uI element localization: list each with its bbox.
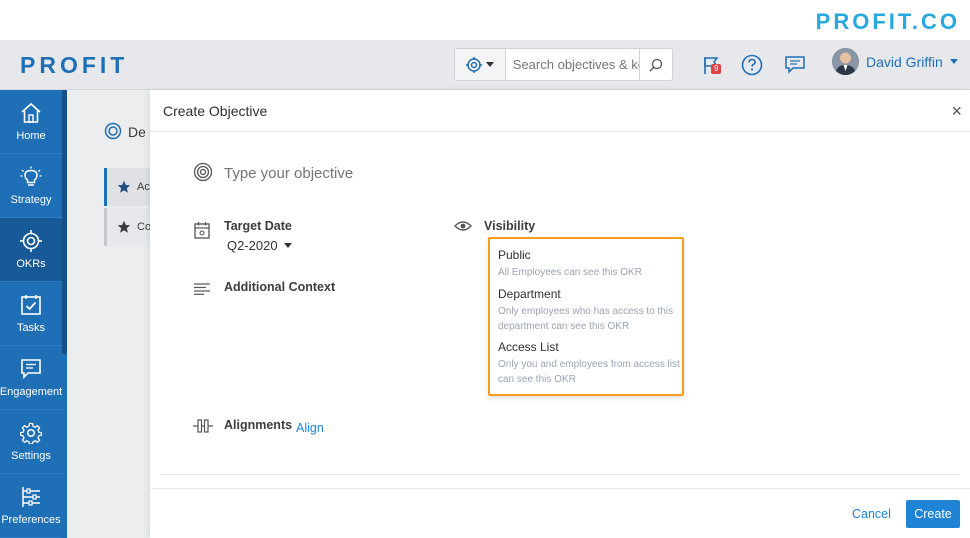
help-icon [741, 54, 763, 76]
visibility-dropdown: Public All Employees can see this OKR De… [488, 237, 684, 396]
flag-button[interactable]: 9 [698, 52, 724, 78]
modal-title: Create Objective [163, 103, 268, 119]
search-icon [649, 58, 663, 71]
visibility-option-description: Only employees who has access to this de… [498, 306, 674, 332]
user-name: David Griffin [866, 53, 943, 70]
sidebar-item-tasks[interactable]: Tasks [0, 282, 62, 346]
create-objective-modal: Create Objective × Target Date Q2-2020 V… [150, 90, 970, 538]
alignments-label: Alignments [224, 418, 293, 432]
target-icon [193, 162, 213, 182]
modal-footer: Cancel Create [150, 488, 970, 538]
target-date-label: Target Date [224, 219, 292, 233]
visibility-option-public[interactable]: Public All Employees can see this OKR [498, 248, 680, 280]
close-icon[interactable]: × [951, 102, 962, 120]
sliders-icon [22, 486, 40, 507]
app-header: PROFIT 9 [0, 40, 970, 90]
sidebar-item-engagement[interactable]: Engagement [0, 346, 62, 410]
caret-down-icon [949, 59, 958, 64]
sidebar-item-preferences[interactable]: Preferences [0, 474, 62, 538]
sidebar-item-label: Tasks [16, 321, 46, 334]
visibility-option-description: Only you and employees from access list … [498, 359, 680, 385]
additional-context-label: Additional Context [224, 280, 336, 294]
avatar [832, 48, 859, 75]
text-lines-icon [194, 283, 210, 295]
gear-icon [20, 422, 42, 444]
brand-strip: PROFIT.CO [0, 0, 970, 40]
target-icon [104, 122, 122, 140]
calendar-icon [194, 222, 210, 239]
objective-input[interactable] [224, 162, 724, 184]
target-date-dropdown[interactable]: Q2-2020 [227, 238, 292, 253]
sidebar-item-okrs[interactable]: OKRs [0, 218, 62, 282]
lightbulb-icon [20, 166, 42, 186]
brand-logo: PROFIT.CO [815, 9, 960, 34]
visibility-option-title: Access List [498, 340, 559, 354]
user-menu[interactable]: David Griffin [832, 48, 958, 75]
app-logo[interactable]: PROFIT [20, 52, 128, 79]
sidebar-item-label: Preferences [1, 513, 61, 526]
search-box [454, 48, 673, 81]
sidebar-item-label: Home [16, 129, 46, 142]
target-date-value: Q2-2020 [227, 238, 278, 253]
checkbox-icon [21, 294, 41, 315]
sidebar-item-strategy[interactable]: Strategy [0, 154, 62, 218]
align-link[interactable]: Align [296, 421, 324, 435]
home-icon [21, 102, 41, 123]
messages-button[interactable] [782, 52, 808, 78]
sidebar-item-label: Settings [11, 449, 51, 462]
modal-header: Create Objective × [150, 90, 970, 132]
background-tab-label: Ac [137, 181, 150, 193]
caret-down-icon [283, 243, 292, 248]
visibility-option-title: Public [498, 248, 531, 262]
sidebar-item-label: Engagement [0, 385, 63, 398]
background-page-title: De [128, 124, 146, 140]
search-input[interactable] [505, 49, 639, 80]
visibility-option-description: All Employees can see this OKR [498, 267, 642, 278]
flag-badge: 9 [711, 64, 722, 74]
chat-icon [21, 358, 41, 379]
cancel-button[interactable]: Cancel [852, 507, 891, 521]
eye-icon [454, 221, 472, 231]
sidebar-scrollbar[interactable] [62, 90, 67, 354]
alignment-icon [193, 419, 213, 433]
sidebar-edge [62, 354, 67, 538]
visibility-label: Visibility [484, 219, 536, 233]
target-icon [465, 56, 482, 73]
search-scope-dropdown[interactable] [455, 49, 506, 80]
sidebar-item-label: Strategy [10, 193, 52, 206]
visibility-option-access-list[interactable]: Access List Only you and employees from … [498, 340, 680, 387]
caret-down-icon [485, 62, 494, 67]
star-icon [117, 220, 131, 233]
sidebar: Home Strategy OKRs Tasks Engagement Sett… [0, 90, 62, 538]
target-icon [20, 229, 42, 252]
divider [160, 474, 960, 475]
background-tab-label: Co [137, 221, 152, 233]
search-button[interactable] [638, 49, 672, 80]
sidebar-item-settings[interactable]: Settings [0, 410, 62, 474]
star-icon [117, 180, 131, 193]
visibility-option-title: Department [498, 287, 561, 301]
help-button[interactable] [739, 52, 765, 78]
chat-icon [785, 56, 805, 74]
create-button[interactable]: Create [906, 500, 960, 528]
sidebar-item-home[interactable]: Home [0, 90, 62, 154]
visibility-option-department[interactable]: Department Only employees who has access… [498, 287, 680, 334]
sidebar-item-label: OKRs [16, 257, 46, 270]
